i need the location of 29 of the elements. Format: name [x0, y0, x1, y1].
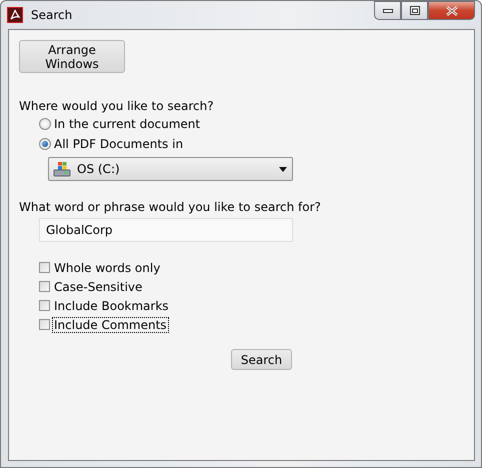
checkbox[interactable] [39, 281, 50, 292]
checkbox[interactable] [39, 319, 50, 330]
search-input[interactable]: GlobalCorp [39, 218, 293, 242]
checkbox-label[interactable]: Include Comments [53, 318, 168, 332]
close-button[interactable] [428, 1, 475, 20]
drive-value: OS (C:) [77, 162, 121, 176]
minimize-icon [382, 8, 392, 12]
query-label: What word or phrase would you like to search for? [19, 200, 322, 214]
app-icon [7, 7, 23, 23]
drive-icon [53, 161, 71, 177]
checkbox-label[interactable]: Include Bookmarks [53, 298, 170, 312]
search-button[interactable]: Search [231, 349, 292, 370]
radio-label[interactable]: In the current document [54, 117, 200, 131]
checkbox-label[interactable]: Whole words only [53, 260, 162, 274]
dropdown-arrow-icon [279, 166, 287, 172]
checkbox[interactable] [39, 300, 50, 311]
maximize-button[interactable] [401, 1, 428, 20]
checkbox[interactable] [39, 262, 50, 273]
maximize-icon [410, 6, 420, 15]
radio-button[interactable] [39, 138, 51, 150]
close-icon [446, 6, 458, 16]
location-label: Where would you like to search? [19, 99, 215, 113]
window-title: Search [31, 8, 72, 22]
arrange-windows-button[interactable]: Arrange Windows [19, 40, 125, 73]
radio-button[interactable] [39, 118, 51, 130]
radio-label[interactable]: All PDF Documents in [54, 137, 184, 151]
minimize-button[interactable] [374, 1, 401, 20]
drive-dropdown[interactable]: OS (C:) [48, 157, 293, 181]
checkbox-label[interactable]: Case-Sensitive [53, 280, 144, 294]
